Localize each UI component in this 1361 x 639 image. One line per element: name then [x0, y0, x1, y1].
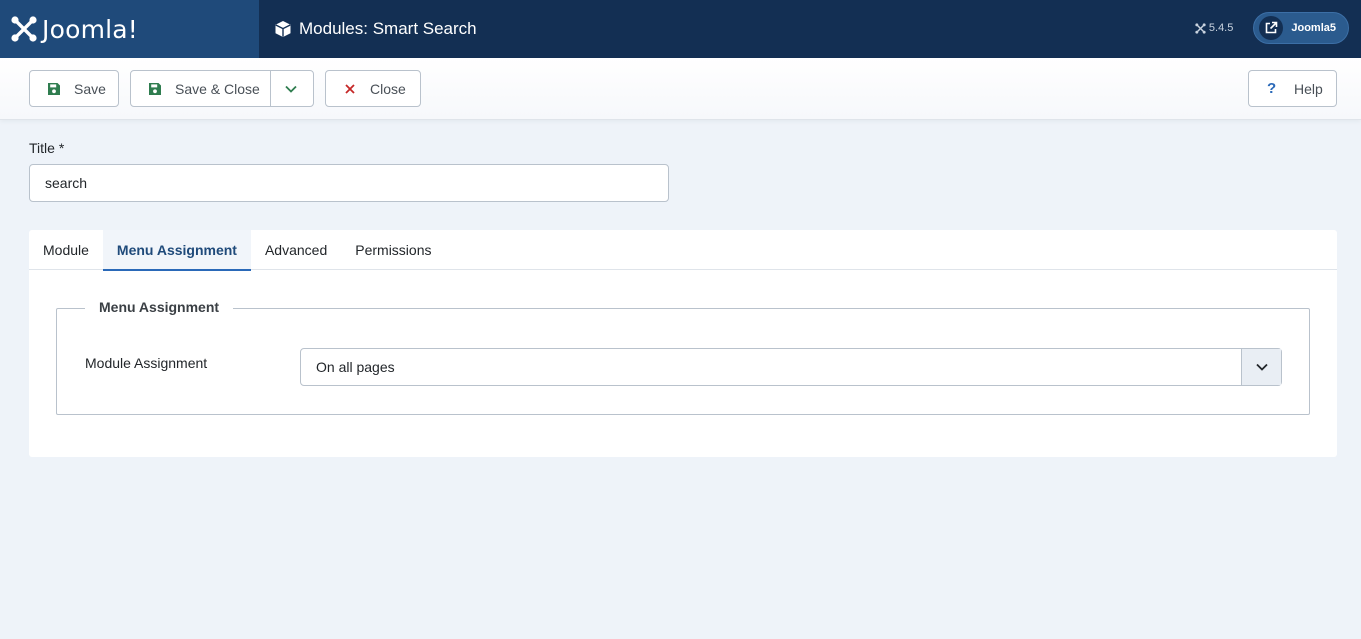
- external-link-icon: [1259, 16, 1284, 40]
- version-text: 5.4.5: [1208, 22, 1234, 34]
- help-label: Help: [1294, 80, 1323, 97]
- save-icon: [47, 82, 61, 96]
- title-input[interactable]: [29, 164, 669, 202]
- save-close-label: Save & Close: [175, 80, 260, 97]
- save-icon: [148, 82, 162, 96]
- help-button[interactable]: ? Help: [1248, 70, 1337, 107]
- chevron-down-icon[interactable]: [284, 82, 298, 96]
- brand[interactable]: Joomla!: [0, 0, 259, 58]
- module-assignment-label: Module Assignment: [85, 355, 208, 371]
- brand-name: Joomla!: [42, 14, 139, 44]
- page-title: Modules: Smart Search: [274, 19, 477, 39]
- select-toggle[interactable]: [1241, 349, 1281, 385]
- tab-list: Module Menu Assignment Advanced Permissi…: [29, 230, 1337, 271]
- site-name: Joomla5: [1291, 22, 1336, 34]
- site-link-button[interactable]: Joomla5: [1253, 12, 1349, 44]
- title-label: Title *: [29, 140, 65, 156]
- close-label: Close: [370, 80, 406, 97]
- module-assignment-select[interactable]: On all pages: [300, 348, 1282, 386]
- tab-advanced[interactable]: Advanced: [251, 230, 341, 270]
- tab-permissions[interactable]: Permissions: [341, 230, 445, 270]
- tab-module[interactable]: Module: [29, 230, 103, 270]
- module-edit-card: Module Menu Assignment Advanced Permissi…: [29, 230, 1337, 457]
- page-title-text: Modules: Smart Search: [299, 19, 477, 38]
- cube-icon: [275, 21, 291, 37]
- version-info: 5.4.5: [1195, 22, 1233, 34]
- chevron-down-icon: [1255, 363, 1268, 371]
- joomla-small-icon: [1195, 22, 1206, 34]
- button-divider: [270, 71, 271, 106]
- save-label: Save: [74, 80, 106, 97]
- save-close-button[interactable]: Save & Close: [130, 70, 314, 107]
- fieldset-legend: Menu Assignment: [85, 299, 234, 315]
- tab-menu-assignment[interactable]: Menu Assignment: [102, 230, 252, 271]
- menu-assignment-fieldset: Menu Assignment Module Assignment On all…: [56, 299, 1310, 415]
- joomla-logo-icon: [11, 16, 37, 42]
- top-header: Joomla! Modules: Smart Search 5.4.5 Joom…: [0, 0, 1361, 58]
- selected-option: On all pages: [316, 359, 395, 375]
- save-button[interactable]: Save: [29, 70, 119, 107]
- question-icon: ?: [1267, 80, 1277, 97]
- close-icon: [343, 82, 357, 96]
- close-button[interactable]: Close: [325, 70, 421, 107]
- toolbar: Save Save & Close Close ? Help: [0, 58, 1361, 120]
